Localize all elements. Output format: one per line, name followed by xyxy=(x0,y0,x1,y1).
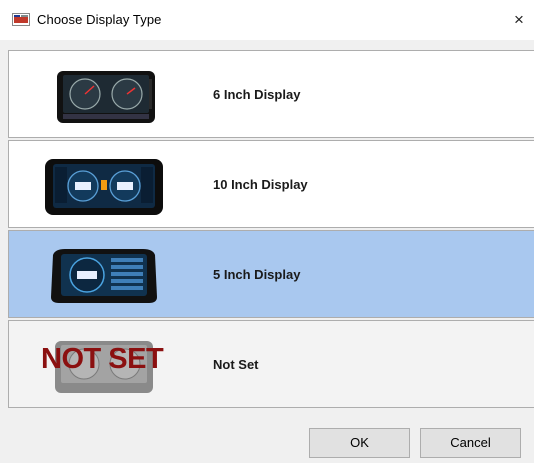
cancel-button[interactable]: Cancel xyxy=(420,428,521,458)
option-not-set[interactable]: NOT SET Not Set xyxy=(8,320,534,408)
option-6-inch-display[interactable]: 6 Inch Display xyxy=(8,50,534,138)
option-label: Not Set xyxy=(213,357,259,372)
window-title: Choose Display Type xyxy=(37,12,162,27)
option-10-inch-display[interactable]: 10 Inch Display xyxy=(8,140,534,228)
not-set-overlay-text: NOT SET xyxy=(41,343,164,375)
5-inch-display-thumbnail xyxy=(51,249,157,303)
option-label: 10 Inch Display xyxy=(213,177,308,192)
close-icon[interactable]: × xyxy=(514,6,534,34)
display-type-list: 6 Inch Display 10 Inch Display 5 Inch Di… xyxy=(8,50,534,410)
6-inch-display-thumbnail xyxy=(57,71,155,123)
ok-button[interactable]: OK xyxy=(309,428,410,458)
title-bar: Choose Display Type × xyxy=(0,0,534,40)
app-icon xyxy=(12,13,30,26)
option-label: 6 Inch Display xyxy=(213,87,301,102)
10-inch-display-thumbnail xyxy=(45,159,163,215)
dialog-body: 6 Inch Display 10 Inch Display 5 Inch Di… xyxy=(0,40,534,463)
option-5-inch-display[interactable]: 5 Inch Display xyxy=(8,230,534,318)
option-label: 5 Inch Display xyxy=(213,267,301,282)
